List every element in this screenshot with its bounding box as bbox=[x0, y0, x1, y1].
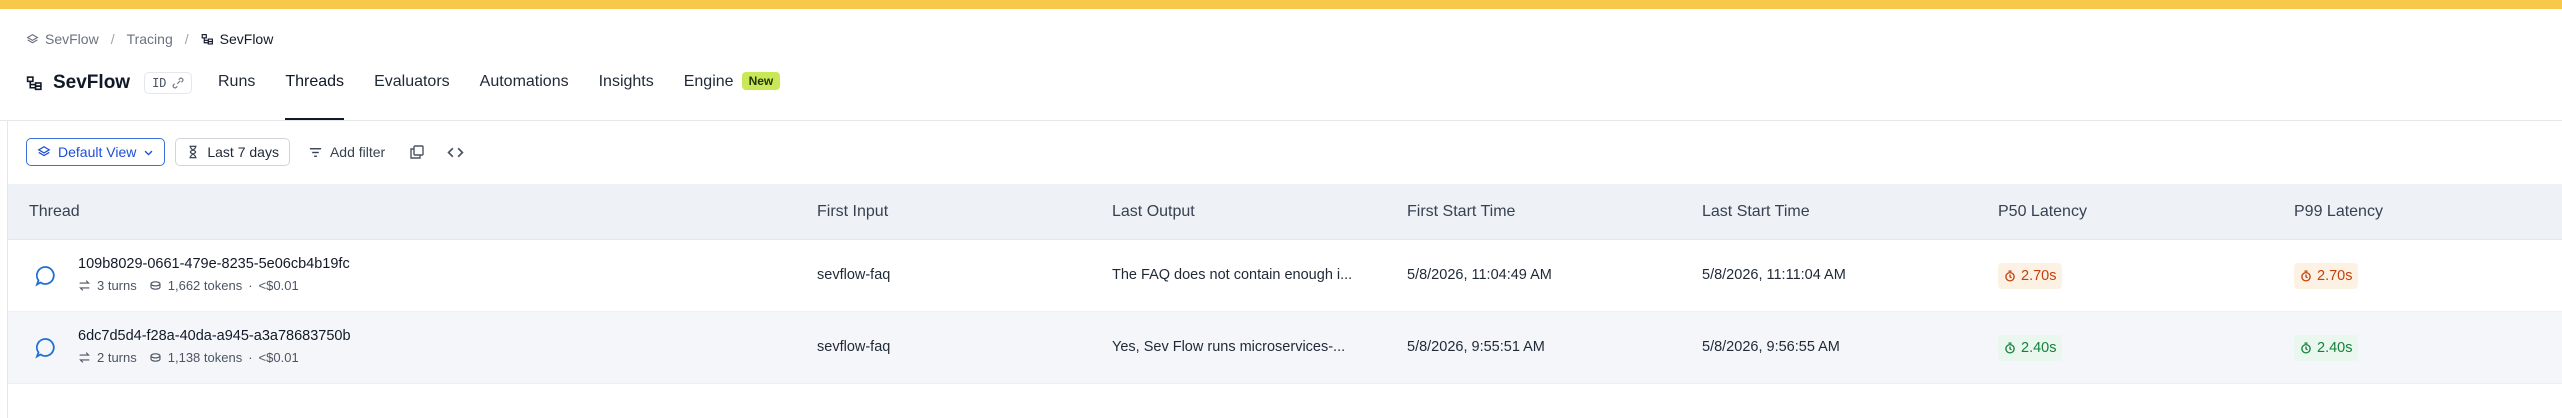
tab-evaluators[interactable]: Evaluators bbox=[374, 67, 450, 120]
tab-label: Engine bbox=[683, 73, 734, 90]
filter-icon bbox=[309, 147, 322, 157]
breadcrumb-current: SevFlow bbox=[201, 31, 274, 47]
clock-icon bbox=[2301, 270, 2311, 282]
project-icon bbox=[201, 33, 213, 45]
column-header-first-start-time[interactable]: First Start Time bbox=[1407, 203, 1515, 221]
tab-runs[interactable]: Runs bbox=[218, 67, 255, 120]
add-filter-button[interactable]: Add filter bbox=[299, 138, 394, 166]
project-tabs: Runs Threads Evaluators Automations Insi… bbox=[218, 67, 810, 120]
column-header-thread[interactable]: Thread bbox=[29, 203, 80, 221]
time-range-label: Last 7 days bbox=[207, 144, 279, 160]
p50-latency-badge: 2.40s bbox=[1998, 335, 2063, 361]
id-label: ID bbox=[152, 76, 167, 90]
copy-button[interactable] bbox=[403, 138, 431, 166]
tab-label: Automations bbox=[479, 73, 569, 90]
p50-latency-badge: 2.70s bbox=[1998, 263, 2063, 289]
breadcrumb-tracing-label: Tracing bbox=[126, 31, 173, 47]
column-header-last-start-time[interactable]: Last Start Time bbox=[1702, 203, 1810, 221]
meta-dot: · bbox=[248, 350, 253, 365]
add-filter-label: Add filter bbox=[329, 144, 386, 160]
chevron-down-icon bbox=[144, 150, 153, 156]
tab-automations[interactable]: Automations bbox=[480, 67, 569, 120]
column-header-p50-latency[interactable]: P50 Latency bbox=[1998, 203, 2087, 221]
table-row[interactable]: 6dc7d5d4-f28a-40da-a945-a3a78683750b 2 t… bbox=[8, 312, 2562, 384]
tokens-icon bbox=[150, 353, 161, 362]
tab-threads[interactable]: Threads bbox=[285, 67, 344, 120]
copy-icon bbox=[410, 145, 424, 159]
cost: <$0.01 bbox=[258, 350, 299, 365]
tab-label: Runs bbox=[218, 73, 256, 90]
turn-count: 3 turns bbox=[97, 278, 137, 293]
breadcrumb: SevFlow / Tracing / SevFlow bbox=[26, 29, 273, 49]
workspace-icon bbox=[26, 33, 39, 43]
chat-bubble-icon bbox=[35, 266, 55, 287]
project-icon bbox=[26, 75, 42, 90]
last-output-cell: The FAQ does not contain enough i... bbox=[1112, 267, 1353, 283]
turns-icon bbox=[79, 352, 90, 363]
clock-icon bbox=[2301, 342, 2311, 354]
last-start-time-cell: 5/8/2026, 11:11:04 AM bbox=[1702, 267, 1846, 283]
toolbar: Default View Last 7 days Add filter bbox=[26, 138, 469, 166]
first-start-time-cell: 5/8/2026, 11:04:49 AM bbox=[1407, 267, 1552, 283]
breadcrumb-workspace[interactable]: SevFlow bbox=[26, 31, 99, 47]
chat-bubble-icon bbox=[35, 338, 55, 359]
link-icon bbox=[172, 77, 183, 89]
thread-id[interactable]: 6dc7d5d4-f28a-40da-a945-a3a78683750b bbox=[78, 328, 351, 344]
column-header-first-input[interactable]: First Input bbox=[817, 203, 888, 221]
breadcrumb-separator: / bbox=[184, 31, 189, 47]
last-output-cell: Yes, Sev Flow runs microservices-... bbox=[1112, 339, 1346, 355]
meta-dot: · bbox=[248, 278, 253, 293]
tokens-icon bbox=[150, 281, 161, 290]
column-header-p99-latency[interactable]: P99 Latency bbox=[2294, 203, 2383, 221]
clock-icon bbox=[2005, 270, 2015, 282]
copy-id-button[interactable]: ID bbox=[144, 72, 192, 94]
column-header-last-output[interactable]: Last Output bbox=[1112, 203, 1195, 221]
code-icon bbox=[447, 147, 464, 157]
table-header: Thread First Input Last Output First Sta… bbox=[8, 184, 2562, 240]
view-selector-button[interactable]: Default View bbox=[26, 138, 166, 166]
p99-latency-value: 2.40s bbox=[2317, 340, 2353, 356]
breadcrumb-separator: / bbox=[110, 31, 115, 47]
last-start-time-cell: 5/8/2026, 9:56:55 AM bbox=[1702, 339, 1840, 355]
p50-latency-value: 2.40s bbox=[2021, 340, 2057, 356]
project-header: SevFlow ID bbox=[26, 67, 192, 99]
breadcrumb-workspace-label: SevFlow bbox=[45, 31, 99, 47]
p99-latency-value: 2.70s bbox=[2317, 268, 2353, 284]
table-row[interactable]: 109b8029-0661-479e-8235-5e06cb4b19fc 3 t… bbox=[8, 240, 2562, 312]
threads-table: Thread First Input Last Output First Sta… bbox=[8, 184, 2562, 384]
token-count: 1,662 tokens bbox=[167, 278, 243, 293]
clock-icon bbox=[2005, 342, 2015, 354]
thread-id[interactable]: 109b8029-0661-479e-8235-5e06cb4b19fc bbox=[78, 256, 350, 272]
layers-icon bbox=[37, 146, 51, 157]
token-count: 1,138 tokens bbox=[167, 350, 243, 365]
breadcrumb-current-label: SevFlow bbox=[219, 31, 274, 47]
tab-label: Threads bbox=[285, 73, 345, 90]
top-accent-bar bbox=[0, 0, 2562, 9]
thread-meta: 3 turns 1,662 tokens · <$0.01 bbox=[78, 278, 299, 293]
tab-label: Evaluators bbox=[374, 73, 450, 90]
first-start-time-cell: 5/8/2026, 9:55:51 AM bbox=[1407, 339, 1545, 355]
thread-meta: 2 turns 1,138 tokens · <$0.01 bbox=[78, 350, 299, 365]
code-view-button[interactable] bbox=[441, 138, 469, 166]
turns-icon bbox=[79, 280, 90, 291]
time-range-button[interactable]: Last 7 days bbox=[175, 138, 290, 166]
hourglass-icon bbox=[189, 145, 197, 159]
p99-latency-badge: 2.40s bbox=[2294, 335, 2359, 361]
view-selector-label: Default View bbox=[58, 144, 137, 160]
first-input-cell: sevflow-faq bbox=[817, 339, 891, 355]
first-input-cell: sevflow-faq bbox=[817, 267, 891, 283]
p99-latency-badge: 2.70s bbox=[2294, 263, 2359, 289]
cost: <$0.01 bbox=[258, 278, 299, 293]
tab-engine[interactable]: Engine New bbox=[684, 67, 781, 120]
p50-latency-value: 2.70s bbox=[2021, 268, 2057, 284]
turn-count: 2 turns bbox=[97, 350, 137, 365]
tab-label: Insights bbox=[598, 73, 654, 90]
new-badge: New bbox=[741, 72, 781, 90]
header-divider bbox=[0, 120, 2562, 121]
tab-insights[interactable]: Insights bbox=[599, 67, 654, 120]
breadcrumb-tracing[interactable]: Tracing bbox=[127, 31, 173, 47]
project-name: SevFlow bbox=[53, 72, 131, 93]
